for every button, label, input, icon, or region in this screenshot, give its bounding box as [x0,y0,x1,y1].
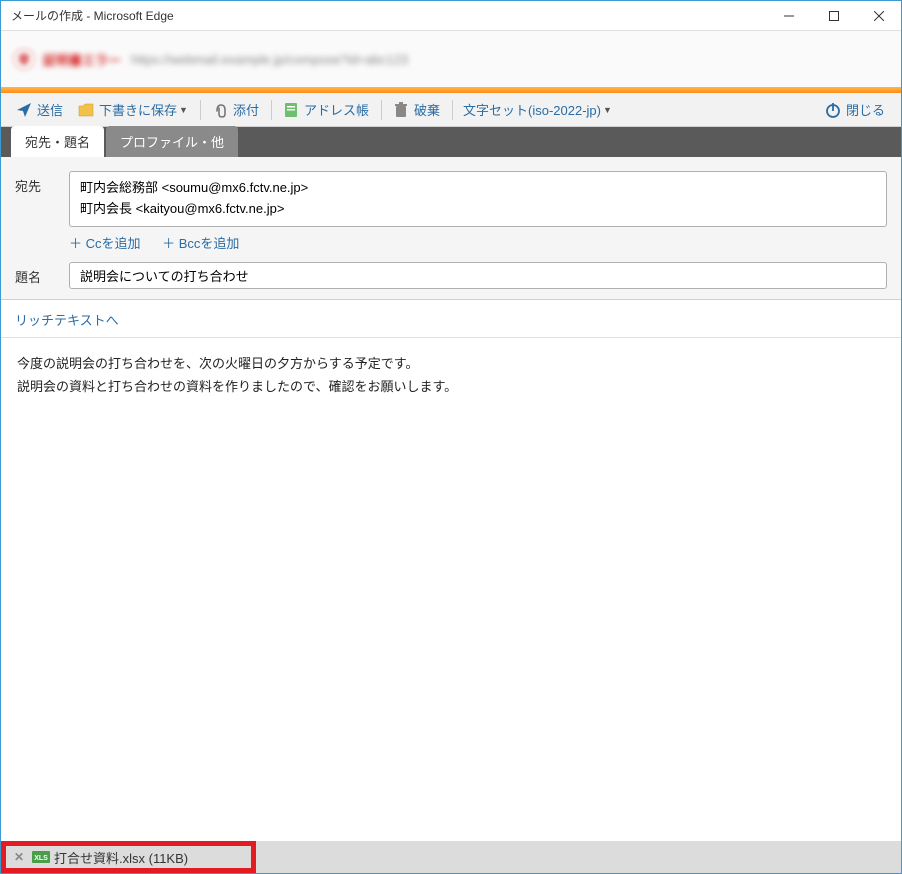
body-line: 今度の説明会の打ち合わせを、次の火曜日の夕方からする予定です。 [17,352,885,375]
attachment-filename[interactable]: 打合せ資料.xlsx (11KB) [54,848,188,867]
close-compose-label: 閉じる [846,100,885,119]
paperclip-icon [211,101,229,119]
discard-label: 破棄 [414,100,440,119]
window-title: メールの作成 - Microsoft Edge [11,7,766,24]
compose-toolbar: 送信 下書きに保存 ▼ 添付 アドレス帳 破棄 文字セット(iso-2022-j… [1,93,901,127]
recipient-entry: 町内会総務部 <soumu@mx6.fctv.ne.jp> [80,178,876,199]
save-draft-button[interactable]: 下書きに保存 ▼ [71,97,194,122]
power-icon [824,101,842,119]
toolbar-separator [271,100,272,120]
toolbar-separator [381,100,382,120]
banner-url-text: https://webmail.example.jp/compose?id=ab… [131,52,408,67]
toolbar-separator [452,100,453,120]
attach-button[interactable]: 添付 [205,97,265,122]
maximize-button[interactable] [811,1,856,31]
compose-form: 宛先 町内会総務部 <soumu@mx6.fctv.ne.jp> 町内会長 <k… [1,157,901,300]
chevron-down-icon: ▼ [603,105,612,115]
tab-label: プロファイル・他 [120,135,224,150]
recipient-entry: 町内会長 <kaityou@mx6.fctv.ne.jp> [80,199,876,220]
subject-label: 題名 [15,262,69,289]
subject-input[interactable] [69,262,887,289]
window-controls [766,1,901,31]
banner-error-text: 証明書エラー [43,50,121,69]
tab-label: 宛先・題名 [25,135,90,150]
send-icon [15,101,33,119]
svg-text:XLS: XLS [34,855,48,862]
remove-attachment-button[interactable]: ✕ [12,850,26,864]
send-label: 送信 [37,100,63,119]
send-button[interactable]: 送信 [9,97,69,122]
addressbook-label: アドレス帳 [304,100,369,119]
folder-icon [77,101,95,119]
security-banner: 証明書エラー https://webmail.example.jp/compos… [1,31,901,87]
subject-row: 題名 [15,262,887,289]
close-icon [874,11,884,21]
add-cc-link[interactable]: ＋ Ccを追加 [69,236,141,251]
addressbook-icon [282,101,300,119]
shield-icon [13,48,35,70]
close-window-button[interactable] [856,1,901,31]
minimize-icon [784,11,794,21]
window-titlebar: メールの作成 - Microsoft Edge [1,1,901,31]
add-bcc-link[interactable]: ＋ Bccを追加 [162,236,239,251]
addressbook-button[interactable]: アドレス帳 [276,97,375,122]
attach-label: 添付 [233,100,259,119]
body-line: 説明会の資料と打ち合わせの資料を作りましたので、確認をお願いします。 [17,375,885,398]
tab-recipients-subject[interactable]: 宛先・題名 [11,126,104,157]
recipients-input[interactable]: 町内会総務部 <soumu@mx6.fctv.ne.jp> 町内会長 <kait… [69,171,887,227]
trash-icon [392,101,410,119]
richtext-toggle-link[interactable]: リッチテキストへ [1,300,901,338]
message-body[interactable]: 今度の説明会の打ち合わせを、次の火曜日の夕方からする予定です。 説明会の資料と打… [1,338,901,841]
recipients-row: 宛先 町内会総務部 <soumu@mx6.fctv.ne.jp> 町内会長 <k… [15,171,887,252]
charset-label: 文字セット(iso-2022-jp) [463,100,601,119]
chevron-down-icon: ▼ [179,105,188,115]
toolbar-separator [200,100,201,120]
charset-button[interactable]: 文字セット(iso-2022-jp) ▼ [457,97,618,122]
save-draft-label: 下書きに保存 [99,100,177,119]
close-compose-button[interactable]: 閉じる [818,97,891,122]
to-label: 宛先 [15,171,69,252]
tab-profile-other[interactable]: プロファイル・他 [106,126,238,157]
compose-tabs: 宛先・題名 プロファイル・他 [1,127,901,157]
attachment-item-highlighted: ✕ XLS 打合せ資料.xlsx (11KB) [1,841,256,873]
discard-button[interactable]: 破棄 [386,97,446,122]
maximize-icon [829,11,839,21]
minimize-button[interactable] [766,1,811,31]
xlsx-file-icon: XLS [32,849,50,865]
attachment-bar: ✕ XLS 打合せ資料.xlsx (11KB) [1,841,901,873]
